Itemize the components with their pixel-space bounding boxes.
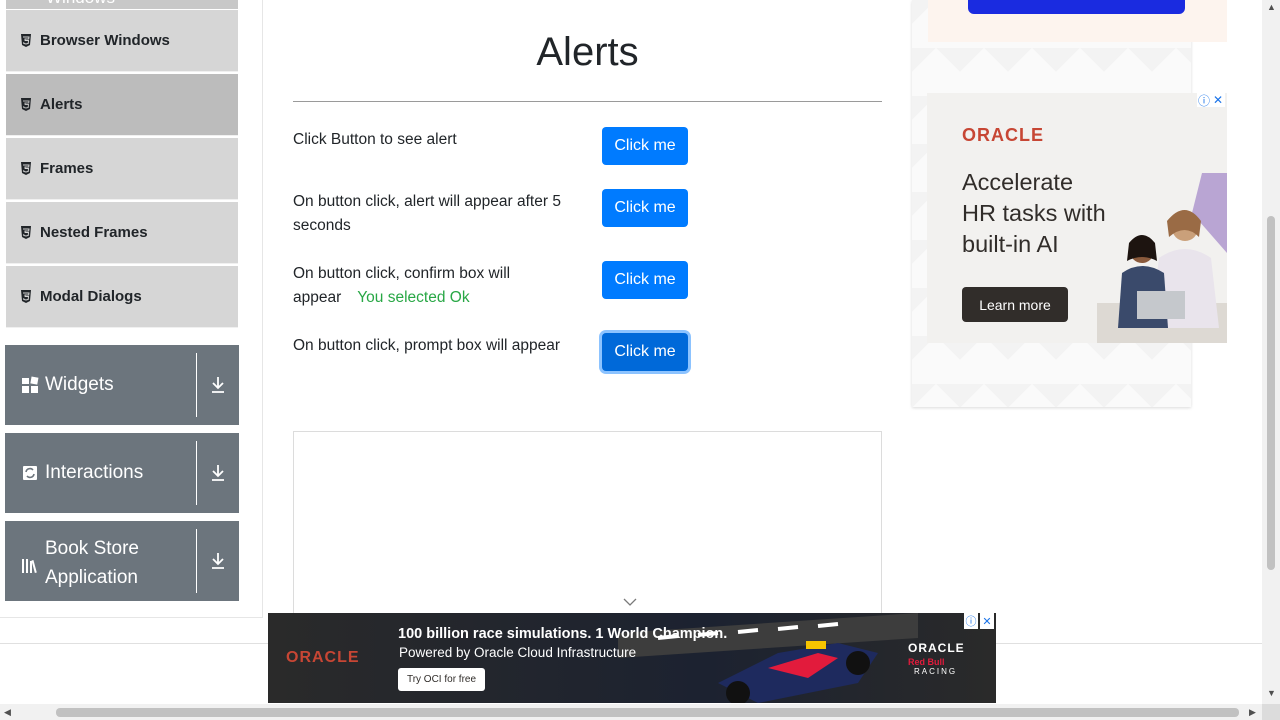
scroll-down-icon[interactable]: ▼ [1267,688,1276,698]
sidebar-item-label: Modal Dialogs [40,288,142,305]
top-ad-button[interactable] [968,0,1185,14]
scroll-left-icon[interactable]: ◀ [4,707,11,718]
partner-oracle-logo: ORACLE [908,641,965,655]
scroll-up-icon[interactable]: ▲ [1267,2,1276,12]
racing-label: RACING [914,667,958,676]
books-icon [22,559,37,574]
widgets-icon [22,376,39,393]
download-icon [212,377,224,393]
oracle-logo: ORACLE [962,125,1044,145]
banner-close-icon[interactable]: ✕ [980,613,994,629]
sidebar-group-interactions[interactable]: Interactions [5,433,239,513]
html5-icon [21,226,31,239]
horizontal-scrollbar[interactable]: ◀ ▶ [0,704,1262,720]
confirm-row: On button click, confirm box will appear… [293,262,583,310]
expand-toggle[interactable] [196,441,239,505]
sidebar-item-nested-frames[interactable]: Nested Frames [6,202,238,264]
sidebar-item-frames[interactable]: Frames [6,138,238,200]
sidebar-item-label: Browser Windows [40,32,170,49]
ad-photo-people [1097,173,1227,343]
prompt-row-text: On button click, prompt box will appear [293,337,561,354]
banner-headline: 100 billion race simulations. 1 World Ch… [398,626,728,642]
alert-button[interactable]: Click me [602,127,688,165]
banner-subtitle: Powered by Oracle Cloud Infrastructure [399,645,637,660]
try-oci-button[interactable]: Try OCI for free [398,668,485,691]
left-sidebar: Windows Browser Windows Alerts Frames Ne… [0,0,263,618]
ad-close-icon[interactable]: ✕ [1211,93,1225,107]
bottom-banner-ad[interactable]: ORACLE 100 billion race simulations. 1 W… [268,613,996,703]
sidebar-group-book-store[interactable]: Book Store Application [5,521,239,601]
group-label-line1: Book Store [45,538,139,559]
download-icon [212,553,224,569]
sidebar-item-alerts[interactable]: Alerts [6,74,238,136]
group-header[interactable]: Book Store Application [5,521,196,601]
group-label-line2: Application [45,567,138,588]
confirm-button[interactable]: Click me [602,261,688,299]
scrollbar-corner [1262,704,1280,720]
horizontal-scroll-thumb[interactable] [56,708,1239,717]
chevron-down-icon[interactable] [623,597,637,607]
confirm-result: You selected Ok [357,289,470,306]
sidebar-item-windows-partial[interactable]: Windows [6,0,238,9]
group-header[interactable]: Widgets [5,345,196,425]
red-bull-logo: Red Bull [908,657,945,667]
html5-icon [21,162,31,175]
ad-info-icon[interactable]: ⓘ [1197,93,1211,108]
html5-icon [21,34,31,47]
sidebar-item-browser-windows[interactable]: Browser Windows [6,10,238,72]
divider [293,101,882,102]
download-icon [212,465,224,481]
vertical-scroll-thumb[interactable] [1267,216,1275,570]
interactions-icon [23,466,37,480]
group-label: Interactions [45,462,144,483]
expand-toggle[interactable] [196,529,239,593]
sidebar-item-label: Nested Frames [40,224,148,241]
vertical-scrollbar[interactable]: ▲ ▼ [1262,0,1280,704]
page-title: Alerts [536,30,639,74]
expand-toggle[interactable] [196,353,239,417]
oracle-logo: ORACLE [286,649,360,666]
banner-info-icon[interactable]: ⓘ [964,613,978,629]
group-header[interactable]: Interactions [5,433,196,513]
alert-row-text: Click Button to see alert [293,131,457,148]
html5-icon [21,98,31,111]
prompt-button[interactable]: Click me [602,333,688,371]
oracle-hr-ad[interactable]: ORACLE Accelerate HR tasks with built-in… [927,93,1227,343]
timer-alert-button[interactable]: Click me [602,189,688,227]
sidebar-item-modal-dialogs[interactable]: Modal Dialogs [6,266,238,328]
sidebar-item-label: Alerts [40,96,83,113]
scroll-right-icon[interactable]: ▶ [1249,707,1256,718]
ad-frame [293,431,882,622]
sidebar-item-label: Frames [40,160,94,177]
timer-alert-row-text: On button click, alert will appear after… [293,193,561,234]
html5-icon [21,290,31,303]
sidebar-group-widgets[interactable]: Widgets [5,345,239,425]
group-label: Widgets [45,374,114,395]
learn-more-button[interactable]: Learn more [962,287,1068,322]
